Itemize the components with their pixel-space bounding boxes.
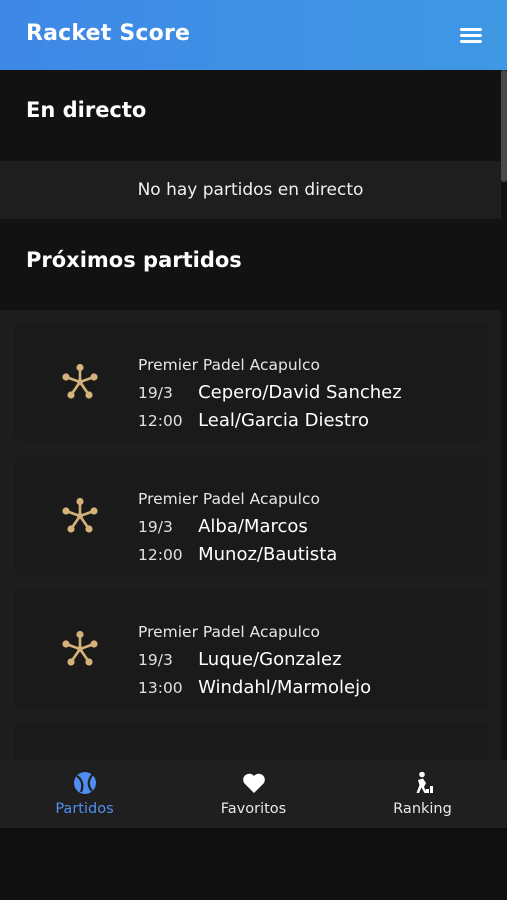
match-row-team2: 12:00 Leal/Garcia Diestro xyxy=(138,410,369,431)
match-tournament: Premier Padel Acapulco xyxy=(138,623,320,641)
nav-item-ranking[interactable]: Ranking xyxy=(338,760,507,828)
live-empty-message: No hay partidos en directo xyxy=(0,161,501,219)
match-team1: Luque/Gonzalez xyxy=(198,649,342,670)
match-row-team1: 19/3 Cepero/David Sanchez xyxy=(138,382,402,403)
tennis-ball-icon xyxy=(74,772,96,794)
nav-label-favoritos: Favoritos xyxy=(220,801,287,817)
app-header: Racket Score xyxy=(0,0,507,70)
ranking-icon xyxy=(416,771,433,793)
match-card[interactable]: Premier Padel Acapulco 19/3 Alba/Marcos … xyxy=(14,456,489,576)
system-bar-area xyxy=(0,828,507,900)
match-date: 19/3 xyxy=(138,518,173,536)
nav-label-ranking: Ranking xyxy=(393,801,452,817)
match-card-partial[interactable] xyxy=(14,722,489,760)
padel-tour-logo-icon xyxy=(62,497,98,533)
padel-tour-logo-icon xyxy=(62,363,98,399)
match-time: 12:00 xyxy=(138,412,183,430)
match-date: 19/3 xyxy=(138,384,173,402)
match-row-team2: 12:00 Munoz/Bautista xyxy=(138,544,337,565)
padel-tour-logo-icon xyxy=(62,630,98,666)
app-screen: Racket Score En directo No hay partidos … xyxy=(0,0,507,900)
bottom-navigation: Partidos Favoritos Ranking xyxy=(0,760,507,828)
match-team2: Munoz/Bautista xyxy=(198,544,338,565)
live-section-title: En directo xyxy=(26,98,147,122)
match-team2: Leal/Garcia Diestro xyxy=(198,410,369,431)
match-card[interactable]: Premier Padel Acapulco 19/3 Cepero/David… xyxy=(14,322,489,442)
match-time: 12:00 xyxy=(138,546,183,564)
match-row-team1: 19/3 Luque/Gonzalez xyxy=(138,649,342,670)
match-row-team2: 13:00 Windahl/Marmolejo xyxy=(138,677,371,698)
nav-item-partidos[interactable]: Partidos xyxy=(0,760,169,828)
upcoming-matches-list: Premier Padel Acapulco 19/3 Cepero/David… xyxy=(0,310,501,760)
upcoming-section-title: Próximos partidos xyxy=(26,248,242,272)
match-row-team1: 19/3 Alba/Marcos xyxy=(138,516,308,537)
heart-icon xyxy=(243,773,265,793)
scrollbar-thumb[interactable] xyxy=(501,70,507,182)
app-title: Racket Score xyxy=(26,21,191,46)
match-date: 19/3 xyxy=(138,651,173,669)
nav-label-partidos: Partidos xyxy=(55,801,114,817)
hamburger-menu-icon xyxy=(460,28,482,31)
match-card[interactable]: Premier Padel Acapulco 19/3 Luque/Gonzal… xyxy=(14,589,489,709)
main-content[interactable]: En directo No hay partidos en directo Pr… xyxy=(0,70,507,760)
match-team1: Alba/Marcos xyxy=(198,516,308,537)
match-tournament: Premier Padel Acapulco xyxy=(138,356,320,374)
match-time: 13:00 xyxy=(138,679,183,697)
nav-item-favoritos[interactable]: Favoritos xyxy=(169,760,338,828)
menu-button[interactable] xyxy=(459,26,485,46)
match-team1: Cepero/David Sanchez xyxy=(198,382,402,403)
match-tournament: Premier Padel Acapulco xyxy=(138,490,320,508)
match-team2: Windahl/Marmolejo xyxy=(198,677,372,698)
